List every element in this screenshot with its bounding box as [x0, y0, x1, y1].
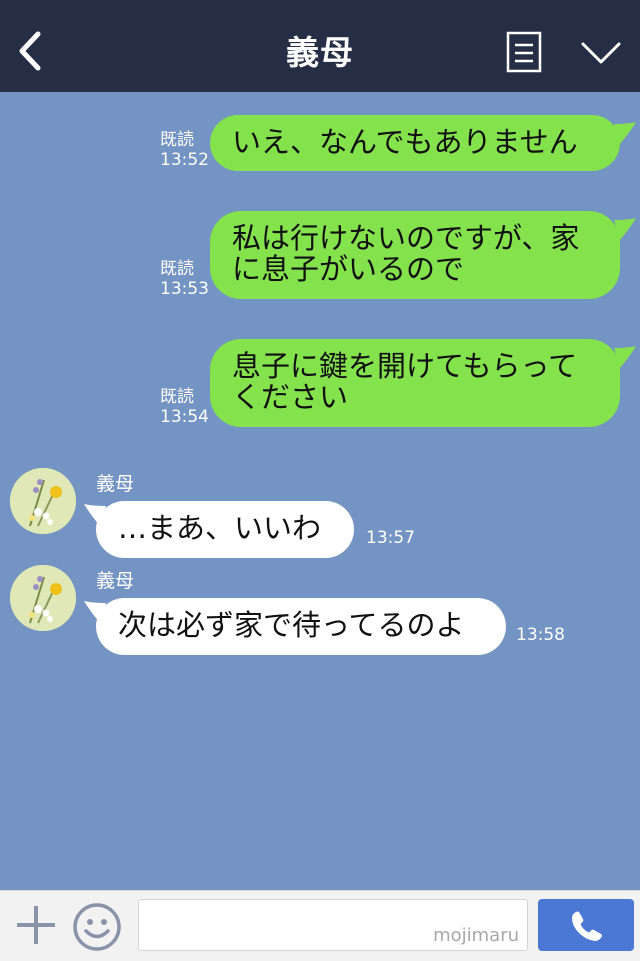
message-text: 息子に鍵を開けてもらって [232, 349, 578, 383]
sent-message-bubble[interactable]: 私は行けないのですが、家 に息子がいるので [210, 211, 620, 299]
bubble-tail [614, 218, 636, 240]
received-message-bubble[interactable]: …まあ、いいわ [96, 501, 354, 558]
read-receipt: 既読 [160, 130, 194, 150]
message-text: に息子がいるので [232, 252, 465, 286]
flower-icon [10, 565, 76, 631]
read-receipt: 既読 [160, 259, 194, 279]
chevron-down-icon[interactable] [580, 40, 622, 66]
message-time: 13:57 [366, 528, 415, 548]
sender-name: 義母 [96, 570, 135, 592]
message-meta: 既読 13:54 [160, 387, 209, 427]
message-input[interactable]: mojimaru [138, 899, 528, 951]
message-meta: 既読 13:52 [160, 130, 209, 170]
message-time: 13:52 [160, 150, 209, 170]
emoji-icon[interactable] [72, 902, 122, 952]
sender-name: 義母 [96, 473, 135, 495]
sent-message-bubble[interactable]: いえ、なんでもありません [210, 115, 620, 171]
chat-area[interactable]: 既読 13:52 いえ、なんでもありません 既読 13:53 私は行けないのです… [0, 92, 640, 890]
watermark: mojimaru [433, 925, 519, 946]
bubble-tail [614, 346, 636, 368]
message-time: 13:58 [516, 625, 565, 645]
message-time: 13:54 [160, 407, 209, 427]
chat-header: 義母 [0, 0, 640, 92]
read-receipt: 既読 [160, 387, 194, 407]
avatar[interactable] [10, 468, 76, 534]
message-meta: 既読 13:53 [160, 259, 209, 299]
message-text: 私は行けないのですが、家 [232, 221, 580, 255]
avatar[interactable] [10, 565, 76, 631]
message-time: 13:53 [160, 279, 209, 299]
message-composer: mojimaru [0, 890, 640, 961]
message-text: 次は必ず家で待ってるのよ [118, 608, 465, 642]
notes-icon[interactable] [506, 31, 542, 73]
message-text: ください [232, 380, 349, 414]
sent-message-bubble[interactable]: 息子に鍵を開けてもらって ください [210, 339, 620, 427]
flower-icon [10, 468, 76, 534]
phone-icon [572, 911, 602, 941]
plus-icon[interactable] [14, 903, 58, 947]
call-button[interactable] [538, 899, 634, 951]
message-text: …まあ、いいわ [118, 511, 322, 545]
message-text: いえ、なんでもありません [232, 125, 578, 159]
page-title: 義母 [286, 33, 354, 72]
received-message-bubble[interactable]: 次は必ず家で待ってるのよ [96, 598, 506, 655]
bubble-tail [614, 122, 636, 144]
